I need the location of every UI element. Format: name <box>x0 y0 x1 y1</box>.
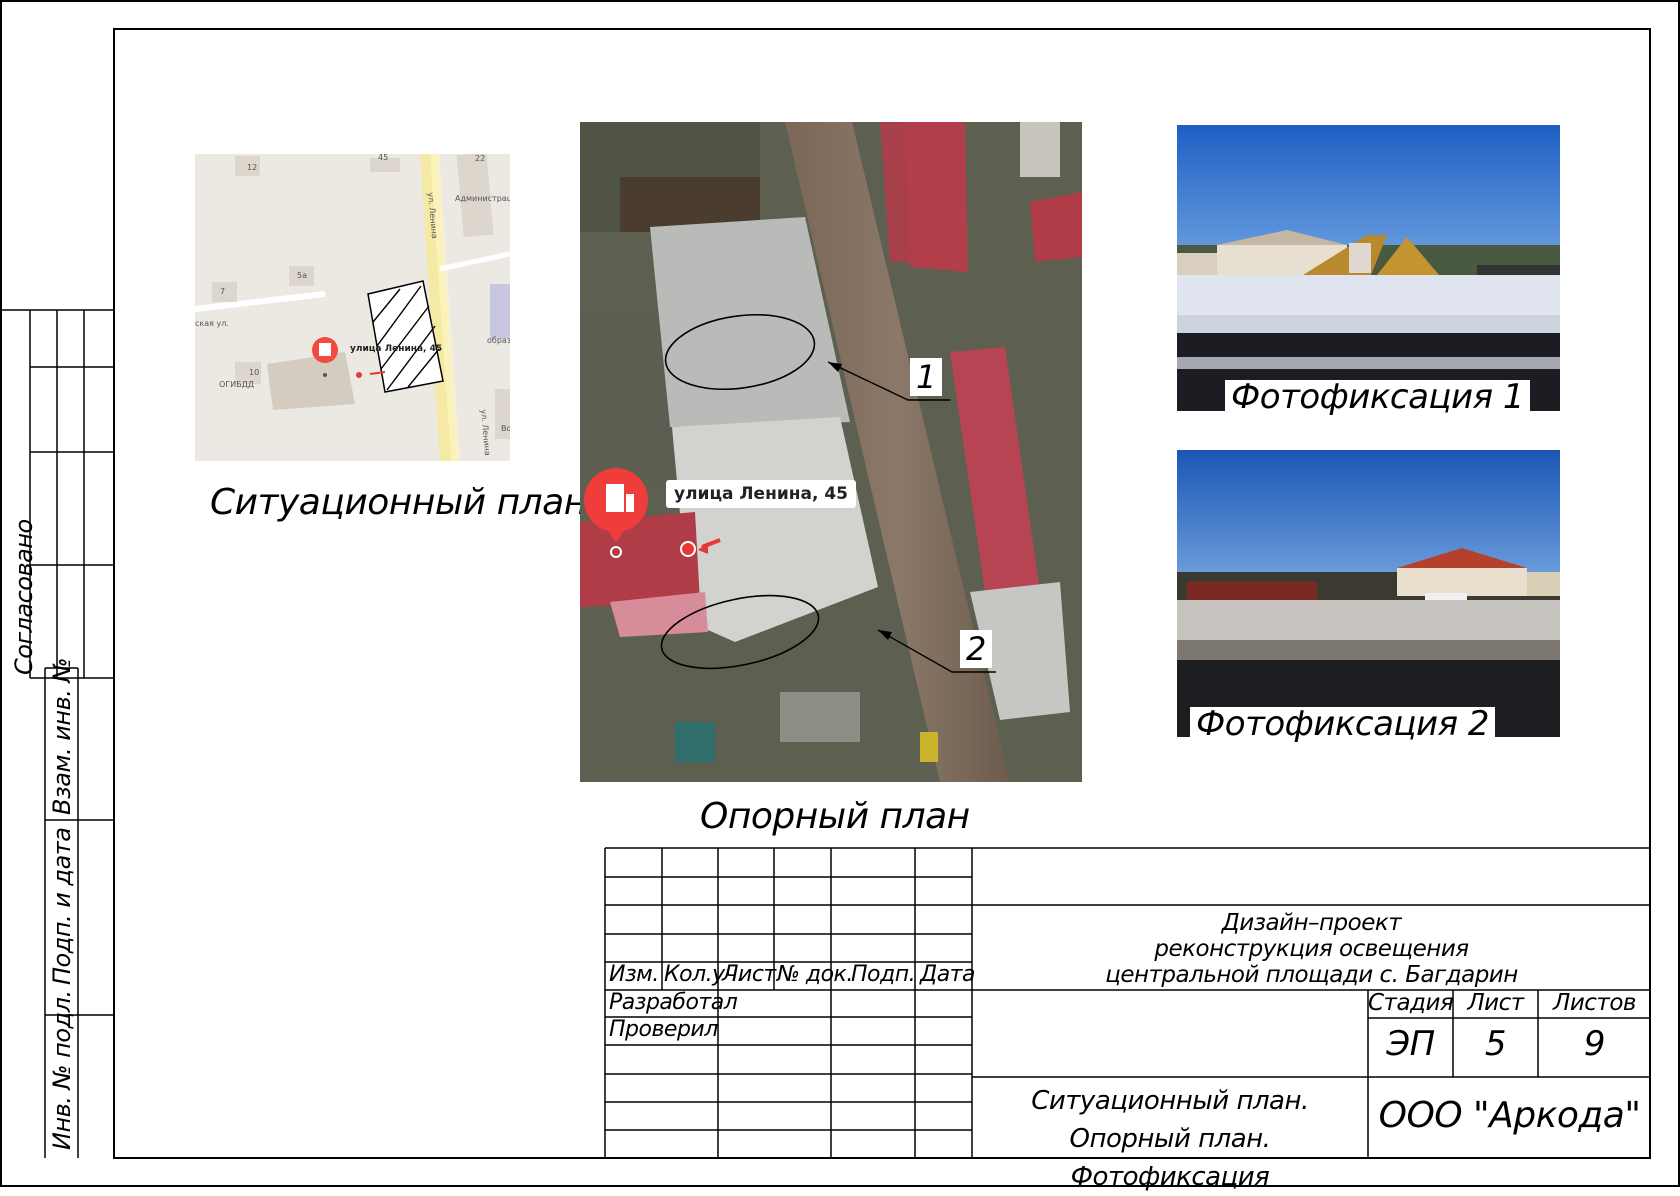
drawing-title: Ситуационный план. Опорный план. Фотофик… <box>972 1082 1368 1196</box>
project-title: Дизайн–проект реконструкция освещения це… <box>972 910 1651 988</box>
sheets-header: Листов <box>1553 990 1636 1016</box>
drawing-title-line: Ситуационный план. Опорный план. <box>1031 1086 1309 1154</box>
company-name: ООО "Аркода" <box>1378 1095 1641 1136</box>
checked-label: Проверил <box>609 1017 718 1042</box>
developed-label: Разработал <box>609 990 738 1015</box>
project-title-line: Дизайн–проект <box>1221 910 1402 936</box>
col-header-podp: Подп. <box>851 962 916 987</box>
stage-header: Стадия <box>1368 990 1454 1016</box>
stage-value: ЭП <box>1386 1024 1435 1064</box>
col-header-doc: № док. <box>777 962 853 987</box>
col-header-date: Дата <box>920 962 975 987</box>
sheets-value: 9 <box>1583 1024 1606 1064</box>
col-header-izm: Изм. <box>609 962 659 987</box>
drawing-title-line: Фотофиксация <box>1070 1162 1270 1192</box>
col-header-list: Лист <box>722 962 776 987</box>
sheet-header: Лист <box>1467 990 1524 1016</box>
sheet-value: 5 <box>1484 1024 1507 1064</box>
project-title-line: центральной площади с. Багдарин <box>1105 962 1518 988</box>
project-title-line: реконструкция освещения <box>1154 936 1469 962</box>
